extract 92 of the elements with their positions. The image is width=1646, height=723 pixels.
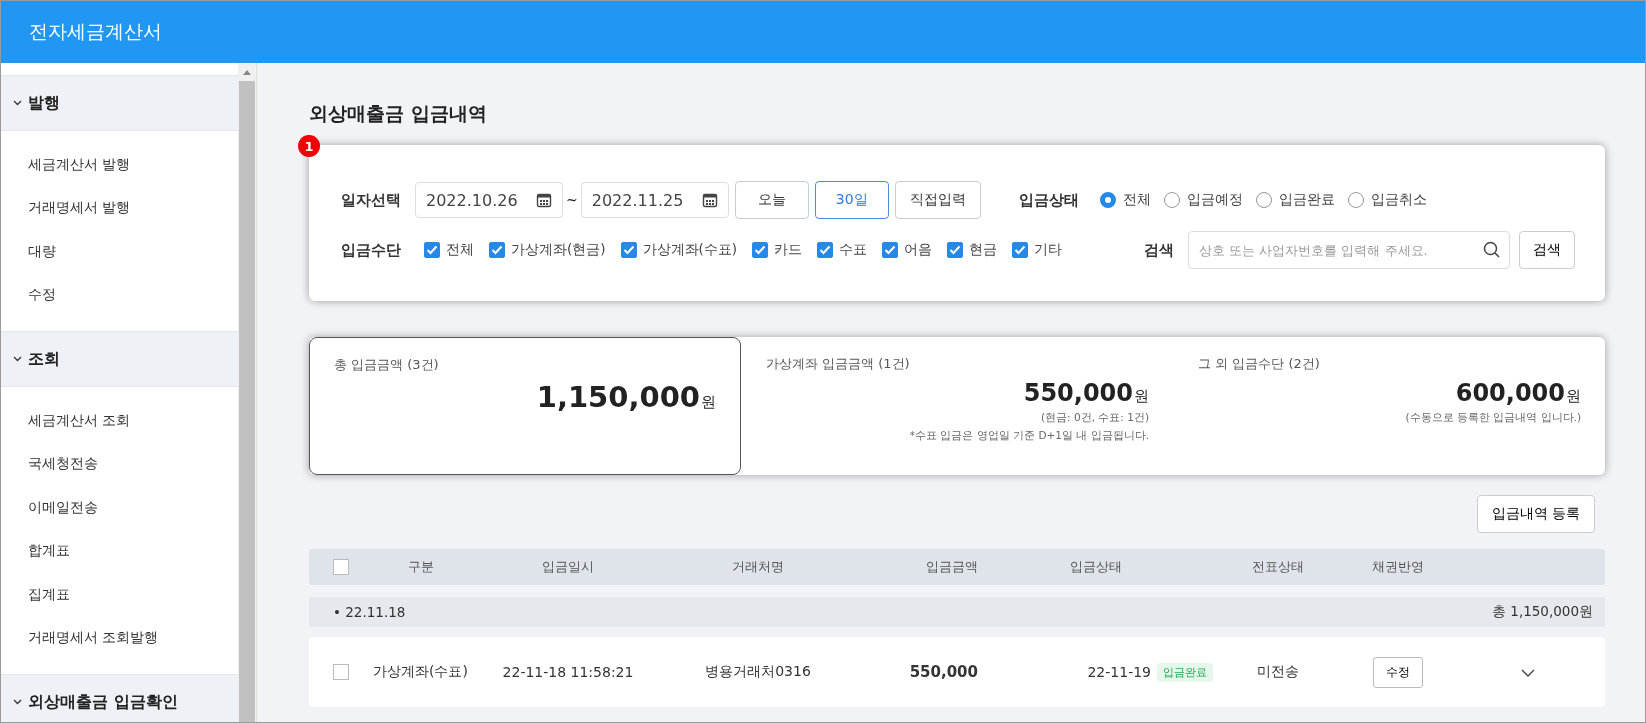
summary-card[interactable]: 가상계좌 입금금액 (1건) 550,000원 (현금: 0건, 수표: 1건) *수표 입금은 영업일 기준 D+1일 내 입금됩니다. xyxy=(741,337,1173,475)
arrow-up-icon xyxy=(243,69,251,75)
field-label: 일자선택 xyxy=(341,190,401,210)
checkbox[interactable] xyxy=(424,242,440,258)
currency-unit: 원 xyxy=(1134,387,1149,405)
field-label: 입금상태 xyxy=(1018,190,1079,210)
column-header: 거래처명 xyxy=(731,558,785,576)
search-field[interactable]: 상호 또는 사업자번호를 입력해 주세요. xyxy=(1188,231,1510,269)
checkbox-label: 전체 xyxy=(446,241,474,259)
calendar-icon xyxy=(701,192,718,208)
checkbox[interactable] xyxy=(333,559,349,575)
menu-group-header[interactable]: 외상매출금 입금확인 xyxy=(1,674,238,722)
table-cell-text: 병용거래처0316 xyxy=(704,663,812,681)
calendar-icon xyxy=(536,192,552,208)
page-title: 외상매출금 입금내역 xyxy=(309,101,488,126)
chevron-down-icon xyxy=(13,699,22,705)
range-separator: ~ xyxy=(566,192,578,208)
summary-card[interactable]: 총 입금금액 (3건) 1,150,000원 xyxy=(309,337,741,475)
summary-card[interactable]: 그 외 입금수단 (2건) 600,000원 (수동으로 등록한 입금내역 입니다.) xyxy=(1173,337,1605,475)
summary-amount: 600,000 xyxy=(1455,379,1565,407)
currency-unit: 원 xyxy=(1566,387,1581,405)
checkbox-label: 수표 xyxy=(839,241,868,259)
search-button[interactable]: 검색 xyxy=(1519,231,1575,269)
period-button[interactable]: 직접입력 xyxy=(894,181,981,219)
app-title: 전자세금계산서 xyxy=(29,19,162,44)
edit-button[interactable]: 수정 xyxy=(1373,656,1423,688)
checkbox[interactable] xyxy=(620,242,637,258)
chevron-down-icon xyxy=(13,100,22,106)
radio-label: 입금취소 xyxy=(1370,191,1427,209)
checkbox[interactable] xyxy=(817,242,834,258)
checkbox-label: 가상계좌(현금) xyxy=(511,241,606,259)
radio-label: 입금예정 xyxy=(1186,191,1243,209)
table-cell-text: 미전송 xyxy=(1256,663,1300,681)
column-header: 입금상태 xyxy=(1068,558,1123,576)
summary-label: 총 입금금액 (3건) xyxy=(334,356,440,374)
menu-item[interactable]: 이메일전송 xyxy=(1,486,238,530)
radio-label: 입금완료 xyxy=(1278,191,1335,209)
column-header: 채권반영 xyxy=(1371,558,1425,576)
menu-item[interactable]: 대량 xyxy=(1,230,238,274)
column-header: 입금금액 xyxy=(925,558,978,576)
period-button[interactable]: 30일 xyxy=(814,181,889,219)
checkbox-label: 어음 xyxy=(904,241,933,259)
menu-item[interactable]: 거래명세서 발행 xyxy=(1,186,238,230)
menu-item[interactable]: 국세청전송 xyxy=(1,442,238,486)
column-header: 입금일시 xyxy=(541,558,595,576)
summary-note: (현금: 0건, 수표: 1건) xyxy=(1041,411,1149,425)
summary-note: *수표 입금은 영업일 기준 D+1일 내 입금됩니다. xyxy=(909,429,1149,443)
column-header: 전표상태 xyxy=(1251,558,1305,576)
group-date: • 22.11.18 xyxy=(333,604,406,620)
menu-group-header[interactable]: 조회 xyxy=(1,331,238,387)
table-cell: 22-11-19 xyxy=(1087,664,1151,680)
chevron-down-icon[interactable] xyxy=(1521,669,1535,677)
checkbox-label: 현금 xyxy=(969,241,998,259)
summary-label: 그 외 입금수단 (2건) xyxy=(1198,355,1321,373)
checkbox-label: 기타 xyxy=(1034,241,1063,259)
number-marker: 1 xyxy=(298,135,320,157)
table-cell-text: 550,000 xyxy=(908,663,978,681)
radio-button[interactable] xyxy=(1099,192,1116,208)
checkbox-label: 카드 xyxy=(774,241,803,259)
currency-unit: 원 xyxy=(701,393,716,411)
menu-item[interactable]: 수정 xyxy=(1,273,238,317)
period-button[interactable]: 오늘 xyxy=(734,181,809,219)
checkbox[interactable] xyxy=(752,242,769,258)
column-header: 구분 xyxy=(406,558,435,576)
summary-label: 가상계좌 입금금액 (1건) xyxy=(766,355,911,373)
summary-note: (수동으로 등록한 입금내역 입니다.) xyxy=(1405,411,1581,425)
field-label: 검색 xyxy=(1144,240,1174,260)
menu-item[interactable]: 세금계산서 발행 xyxy=(1,143,238,187)
checkbox[interactable] xyxy=(489,242,505,258)
menu-group-header[interactable]: 발행 xyxy=(1,75,238,131)
checkbox[interactable] xyxy=(333,664,349,680)
table-cell-text: 22-11-18 11:58:21 xyxy=(501,664,635,680)
menu-item[interactable]: 세금계산서 조회 xyxy=(1,399,238,443)
checkbox[interactable] xyxy=(1012,242,1029,258)
summary-amount: 550,000 xyxy=(1023,379,1133,407)
checkbox[interactable] xyxy=(882,242,899,258)
checkbox[interactable] xyxy=(947,242,964,258)
summary-amount: 1,150,000 xyxy=(536,380,700,414)
menu-item[interactable]: 합계표 xyxy=(1,529,238,573)
date-field[interactable]: 2022.11.25 xyxy=(580,182,729,218)
group-total: 총 1,150,000원 xyxy=(1492,603,1593,621)
menu-item[interactable]: 거래명세서 조회발행 xyxy=(1,616,238,660)
table-cell: 가상계좌(수표) xyxy=(373,663,468,681)
chevron-down-icon xyxy=(13,356,22,362)
menu-item[interactable]: 집계표 xyxy=(1,573,238,617)
status-badge: 입금완료 xyxy=(1157,662,1213,682)
field-label: 입금수단 xyxy=(341,240,401,260)
date-field[interactable]: 2022.10.26 xyxy=(415,182,563,218)
register-button[interactable]: 입금내역 등록 xyxy=(1476,495,1595,533)
checkbox-label: 가상계좌(수표) xyxy=(642,241,738,259)
search-icon xyxy=(1483,241,1500,258)
radio-label: 전체 xyxy=(1122,191,1151,209)
